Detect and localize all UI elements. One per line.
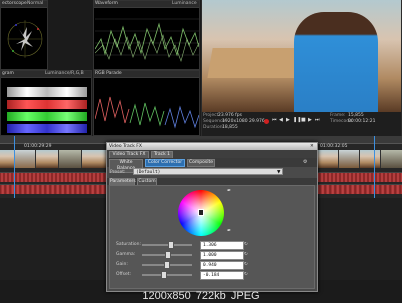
- param-reset-icon[interactable]: ↻: [244, 272, 248, 277]
- image-filesize: 722kb: [195, 290, 226, 302]
- eyedropper-icon[interactable]: ✒: [227, 228, 231, 234]
- vectorscope-mode[interactable]: Normal: [27, 1, 43, 6]
- project-value: 23.976 fps: [218, 113, 242, 118]
- image-format: JPEG: [230, 290, 260, 302]
- image-caption: 1200x850 722kb JPEG: [0, 284, 402, 302]
- param-slider[interactable]: [142, 274, 192, 276]
- timecode-left: 01:00:29:29: [24, 144, 52, 149]
- video-clip[interactable]: [36, 150, 58, 168]
- video-clip[interactable]: [15, 150, 35, 168]
- video-clip[interactable]: [0, 150, 14, 168]
- video-clip[interactable]: [381, 150, 402, 168]
- timecode-value: 00:00:12:21: [348, 119, 376, 124]
- fx-window-title: Video Track FX: [109, 144, 142, 149]
- color-corrector-plugin[interactable]: Color Corrector: [145, 159, 185, 167]
- waveform-panel: Waveform Luminance: [93, 0, 200, 70]
- param-label: Saturation:: [116, 242, 141, 247]
- param-slider-knob[interactable]: [163, 261, 170, 269]
- histogram-red: [7, 100, 87, 109]
- video-person: [294, 12, 378, 112]
- rgb-parade-title: RGB Parade: [95, 71, 122, 76]
- fx-params-area: ✒ ✒ Saturation: 1.306 ↻ Gamma: 1.000 ↻ G…: [109, 185, 315, 289]
- vectorscope-graph: [7, 20, 43, 58]
- fx-title-bar[interactable]: Video Track FX ✕: [107, 143, 317, 150]
- frame-label: Frame:: [330, 113, 346, 118]
- vectorscope-panel: ectorscope Normal: [0, 0, 48, 70]
- param-label: Gamma:: [116, 252, 136, 257]
- param-value-field[interactable]: 1.306: [200, 241, 244, 250]
- plugin-settings-icon[interactable]: ⚙: [303, 159, 307, 165]
- video-clip[interactable]: [360, 150, 380, 168]
- histogram-title: gram: [2, 71, 14, 76]
- preset-row: Preset: (Default) ▼: [107, 168, 317, 176]
- video-clip[interactable]: [59, 150, 81, 168]
- stop-icon[interactable]: ■: [301, 117, 306, 123]
- color-wheel[interactable]: [178, 190, 224, 236]
- waveform-mode[interactable]: Luminance: [172, 1, 197, 6]
- param-reset-icon[interactable]: ↻: [244, 242, 248, 247]
- timecode-right: 01:00:32:05: [320, 144, 348, 149]
- param-value-field[interactable]: 1.000: [200, 251, 244, 260]
- go-start-icon[interactable]: ⏮: [272, 117, 277, 123]
- waveform-graph: [95, 18, 199, 62]
- param-label: Gain:: [116, 262, 128, 267]
- param-slider-knob[interactable]: [161, 271, 167, 279]
- composite-plugin[interactable]: Composite: [187, 159, 215, 167]
- rgb-parade-panel: RGB Parade: [93, 70, 200, 136]
- param-slider-knob[interactable]: [167, 241, 174, 249]
- duration-label: Duration:: [203, 125, 225, 130]
- color-wheel-handle[interactable]: [198, 209, 204, 216]
- chevron-down-icon[interactable]: ▼: [277, 170, 280, 175]
- transport-bar: Project: 23.976 fps Sequence: 1920x1080 …: [202, 112, 401, 136]
- param-reset-icon[interactable]: ↻: [244, 262, 248, 267]
- go-end-icon[interactable]: ⏭: [315, 117, 320, 123]
- rgb-parade-graph: [95, 96, 199, 129]
- param-label: Offset:: [116, 272, 132, 277]
- video-track-fx-window: Video Track FX ✕ Video Track FX Track 1 …: [106, 142, 318, 292]
- histogram-luma: [7, 87, 87, 97]
- histogram-blue: [7, 124, 87, 133]
- param-slider-knob[interactable]: [165, 251, 171, 259]
- record-button-icon[interactable]: [264, 119, 269, 124]
- monitor-video-frame: [202, 0, 401, 112]
- eyedropper-icon[interactable]: ✒: [227, 188, 231, 194]
- preset-label: Preset:: [110, 170, 126, 175]
- histogram-mode[interactable]: Luminance/R,G,B: [45, 71, 84, 76]
- video-clip[interactable]: [339, 150, 359, 168]
- record-monitor: Project: 23.976 fps Sequence: 1920x1080 …: [201, 0, 402, 136]
- video-clip[interactable]: [82, 150, 106, 168]
- preset-dropdown[interactable]: (Default): [133, 168, 283, 175]
- close-icon[interactable]: ✕: [310, 144, 314, 149]
- param-reset-icon[interactable]: ↻: [244, 252, 248, 257]
- histogram-green: [7, 112, 87, 121]
- param-value-field[interactable]: -0.184: [200, 271, 244, 280]
- fx-track-row: Video Track FX Track 1: [107, 150, 317, 159]
- image-resolution: 1200x850: [142, 290, 191, 302]
- frame-value: 15,855: [348, 113, 364, 118]
- vectorscope-title: ectorscope: [2, 1, 27, 6]
- step-forward-icon[interactable]: ▶: [308, 117, 312, 123]
- sequence-value: 1920x1080 29.976: [222, 119, 265, 124]
- histogram-panel: gram Luminance/R,G,B: [0, 70, 92, 136]
- play-icon[interactable]: ▶: [286, 117, 290, 123]
- step-back-icon[interactable]: ◀: [279, 117, 283, 123]
- param-value-field[interactable]: 0.940: [200, 261, 244, 270]
- video-clip[interactable]: [318, 150, 338, 168]
- duration-value: 18,855: [222, 125, 238, 130]
- waveform-title: Waveform: [95, 1, 118, 6]
- fx-plugin-chain: White Balance Color Corrector Composite …: [107, 158, 317, 173]
- fx-tabs: Parameters Custom: [107, 178, 317, 186]
